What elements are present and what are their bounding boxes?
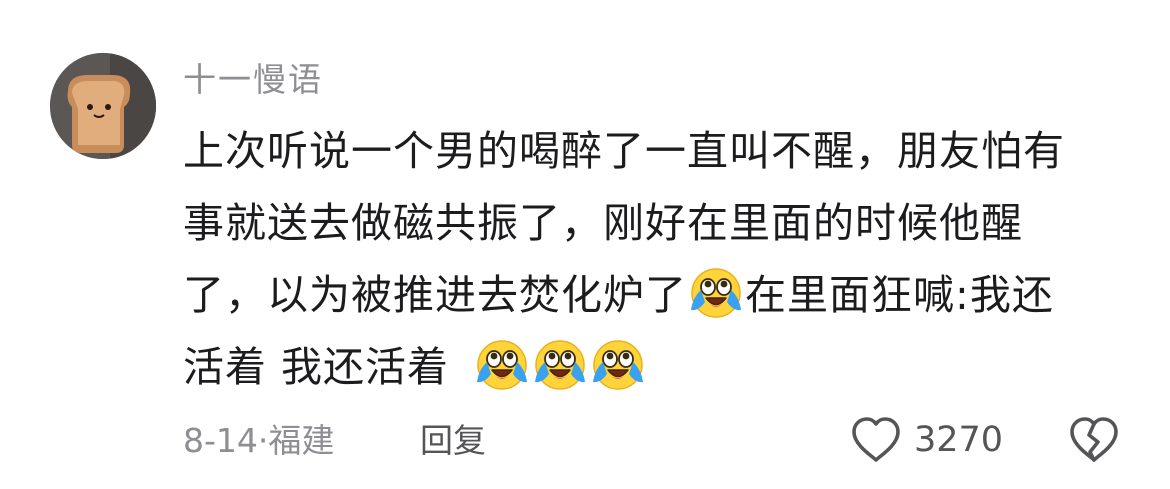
comment-meta: 8-14·福建 [183,418,334,464]
crying-laughing-emoji-icon [475,337,529,391]
meta-separator: · [257,421,269,460]
avatar[interactable] [50,53,156,159]
broken-heart-icon[interactable] [1068,416,1120,464]
like-count: 3270 [914,420,1004,460]
comment-line: 事就送去做磁共振了，刚好在里面的时候他醒 [183,199,1023,247]
crying-laughing-emoji-icon [591,337,645,391]
like-button[interactable]: 3270 [850,414,1003,466]
toast-bread-avatar-icon [50,53,156,159]
comment-line: 活着 我还活着 [183,331,1143,403]
comment-line: 了，以为被推进去焚化炉了 在里面狂喊:我还 [183,259,1143,331]
crying-laughing-emoji-icon [689,265,743,319]
crying-laughing-emoji-icon [533,337,587,391]
comment-line-text: 在里面狂喊:我还 [745,271,1054,319]
comment-line: 上次听说一个男的喝醉了一直叫不醒，朋友怕有 [183,127,1065,175]
comment-line-text: 了，以为被推进去焚化炉了 [183,271,687,319]
reply-button[interactable]: 回复 [420,418,486,464]
comment-line-text: 活着 我还活着 [183,343,450,391]
comment-username[interactable]: 十一慢语 [183,56,323,104]
comment-date: 8-14 [183,421,258,460]
heart-outline-icon [852,417,900,462]
comment-text: 上次听说一个男的喝醉了一直叫不醒，朋友怕有 事就送去做磁共振了，刚好在里面的时候… [183,115,1143,403]
comment-location: 福建 [268,421,335,460]
